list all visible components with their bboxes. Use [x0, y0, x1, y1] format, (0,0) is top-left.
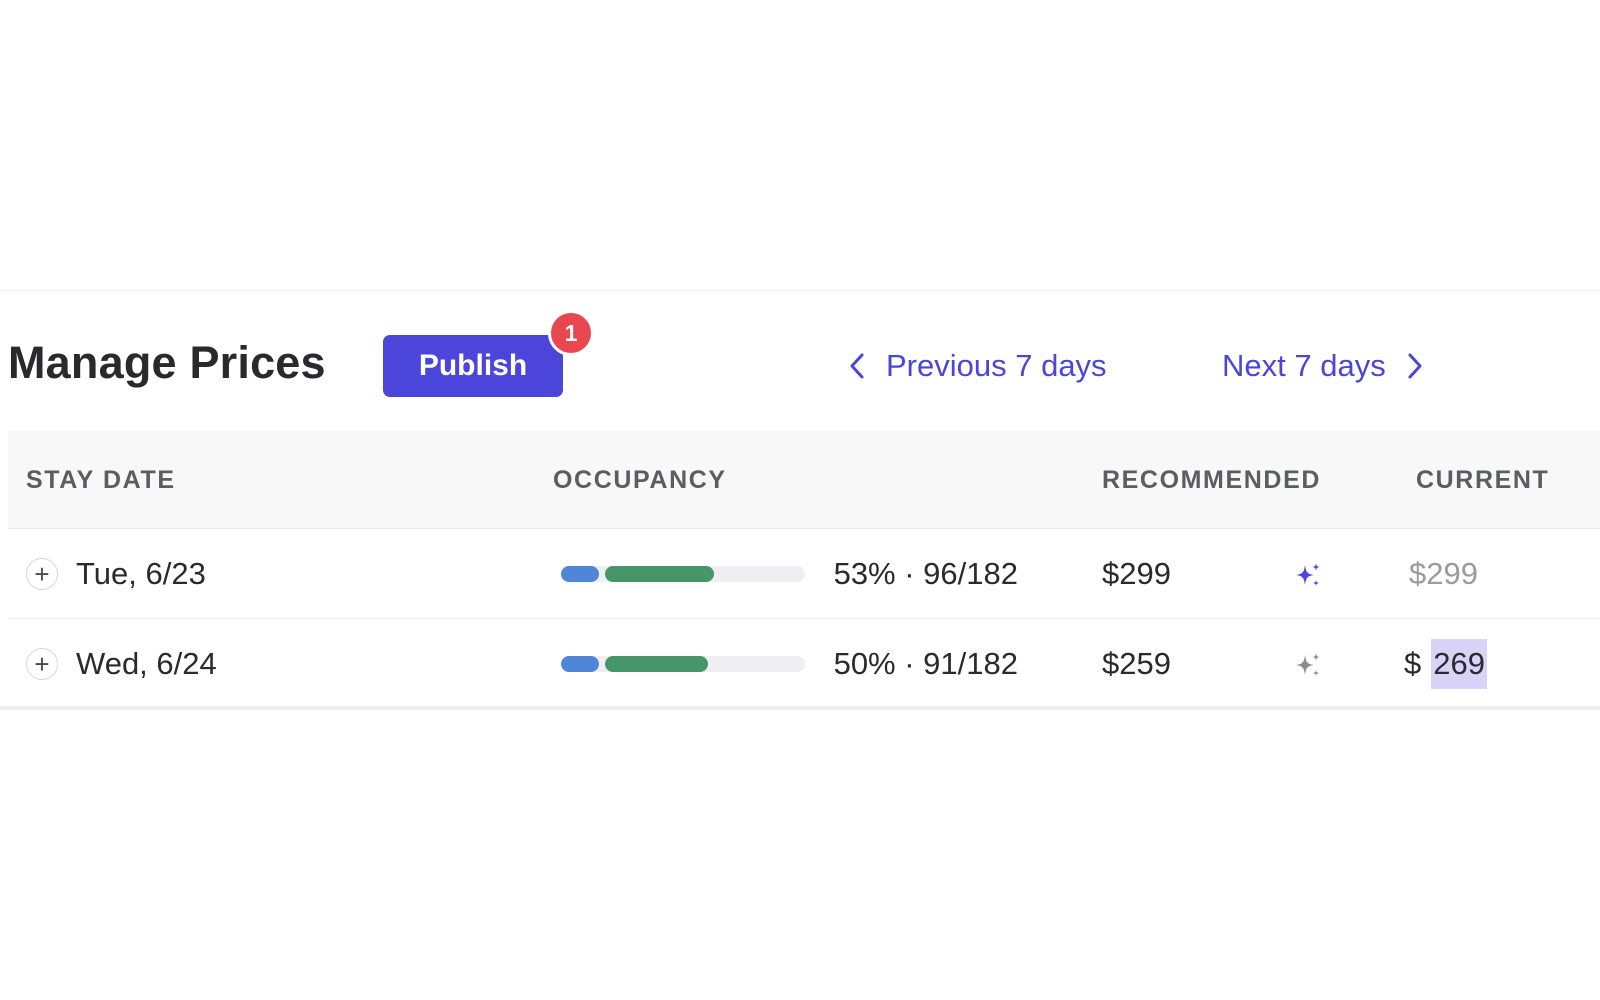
expand-row-button[interactable]: + — [26, 558, 58, 590]
previous-7-days-label: Previous 7 days — [886, 348, 1107, 383]
page-header: Manage Prices Publish 1 Previous 7 days … — [8, 310, 1600, 403]
expand-row-button[interactable]: + — [26, 648, 58, 680]
publish-button[interactable]: Publish — [383, 335, 563, 397]
stay-date: Tue, 6/23 — [76, 556, 206, 591]
publish-count-badge: 1 — [548, 310, 594, 356]
page-title: Manage Prices — [8, 337, 326, 388]
table-row: + Tue, 6/23 53% · 96/182 $299 $299 — [8, 529, 1600, 619]
next-7-days-link[interactable]: Next 7 days — [1222, 331, 1426, 401]
sparkle-icon[interactable] — [1292, 649, 1324, 681]
column-header-current: CURRENT — [1416, 466, 1550, 494]
occupancy-bar-blue-segment — [561, 656, 599, 672]
manage-prices-panel: Manage Prices Publish 1 Previous 7 days … — [0, 290, 1600, 710]
next-7-days-label: Next 7 days — [1222, 348, 1386, 383]
prices-table: STAY DATE OCCUPANCY RECOMMENDED CURRENT … — [8, 431, 1600, 709]
table-header: STAY DATE OCCUPANCY RECOMMENDED CURRENT — [8, 431, 1600, 529]
recommended-price: $259 — [1102, 646, 1171, 681]
occupancy-bar — [561, 566, 805, 582]
table-row: + Wed, 6/24 50% · 91/182 $259 $ 269 — [8, 619, 1600, 709]
column-header-occupancy: OCCUPANCY — [553, 466, 727, 494]
chevron-right-icon — [1404, 349, 1426, 383]
occupancy-bar — [561, 656, 805, 672]
occupancy-bar-green-segment — [605, 656, 708, 672]
current-price-input[interactable]: $ 269 — [1404, 639, 1487, 689]
occupancy-bar-green-segment — [605, 566, 714, 582]
current-price: $299 — [1409, 556, 1478, 591]
chevron-left-icon — [846, 349, 868, 383]
current-price-value[interactable]: 269 — [1431, 639, 1487, 689]
recommended-price: $299 — [1102, 556, 1171, 591]
stay-date: Wed, 6/24 — [76, 646, 217, 681]
occupancy-value: 53% · 96/182 — [833, 556, 1018, 591]
column-header-recommended: RECOMMENDED — [1102, 466, 1321, 494]
column-header-stay-date: STAY DATE — [26, 466, 176, 494]
occupancy-value: 50% · 91/182 — [833, 646, 1018, 681]
previous-7-days-link[interactable]: Previous 7 days — [846, 331, 1107, 401]
sparkle-icon[interactable] — [1292, 559, 1324, 591]
occupancy-bar-blue-segment — [561, 566, 599, 582]
currency-symbol: $ — [1404, 646, 1422, 681]
